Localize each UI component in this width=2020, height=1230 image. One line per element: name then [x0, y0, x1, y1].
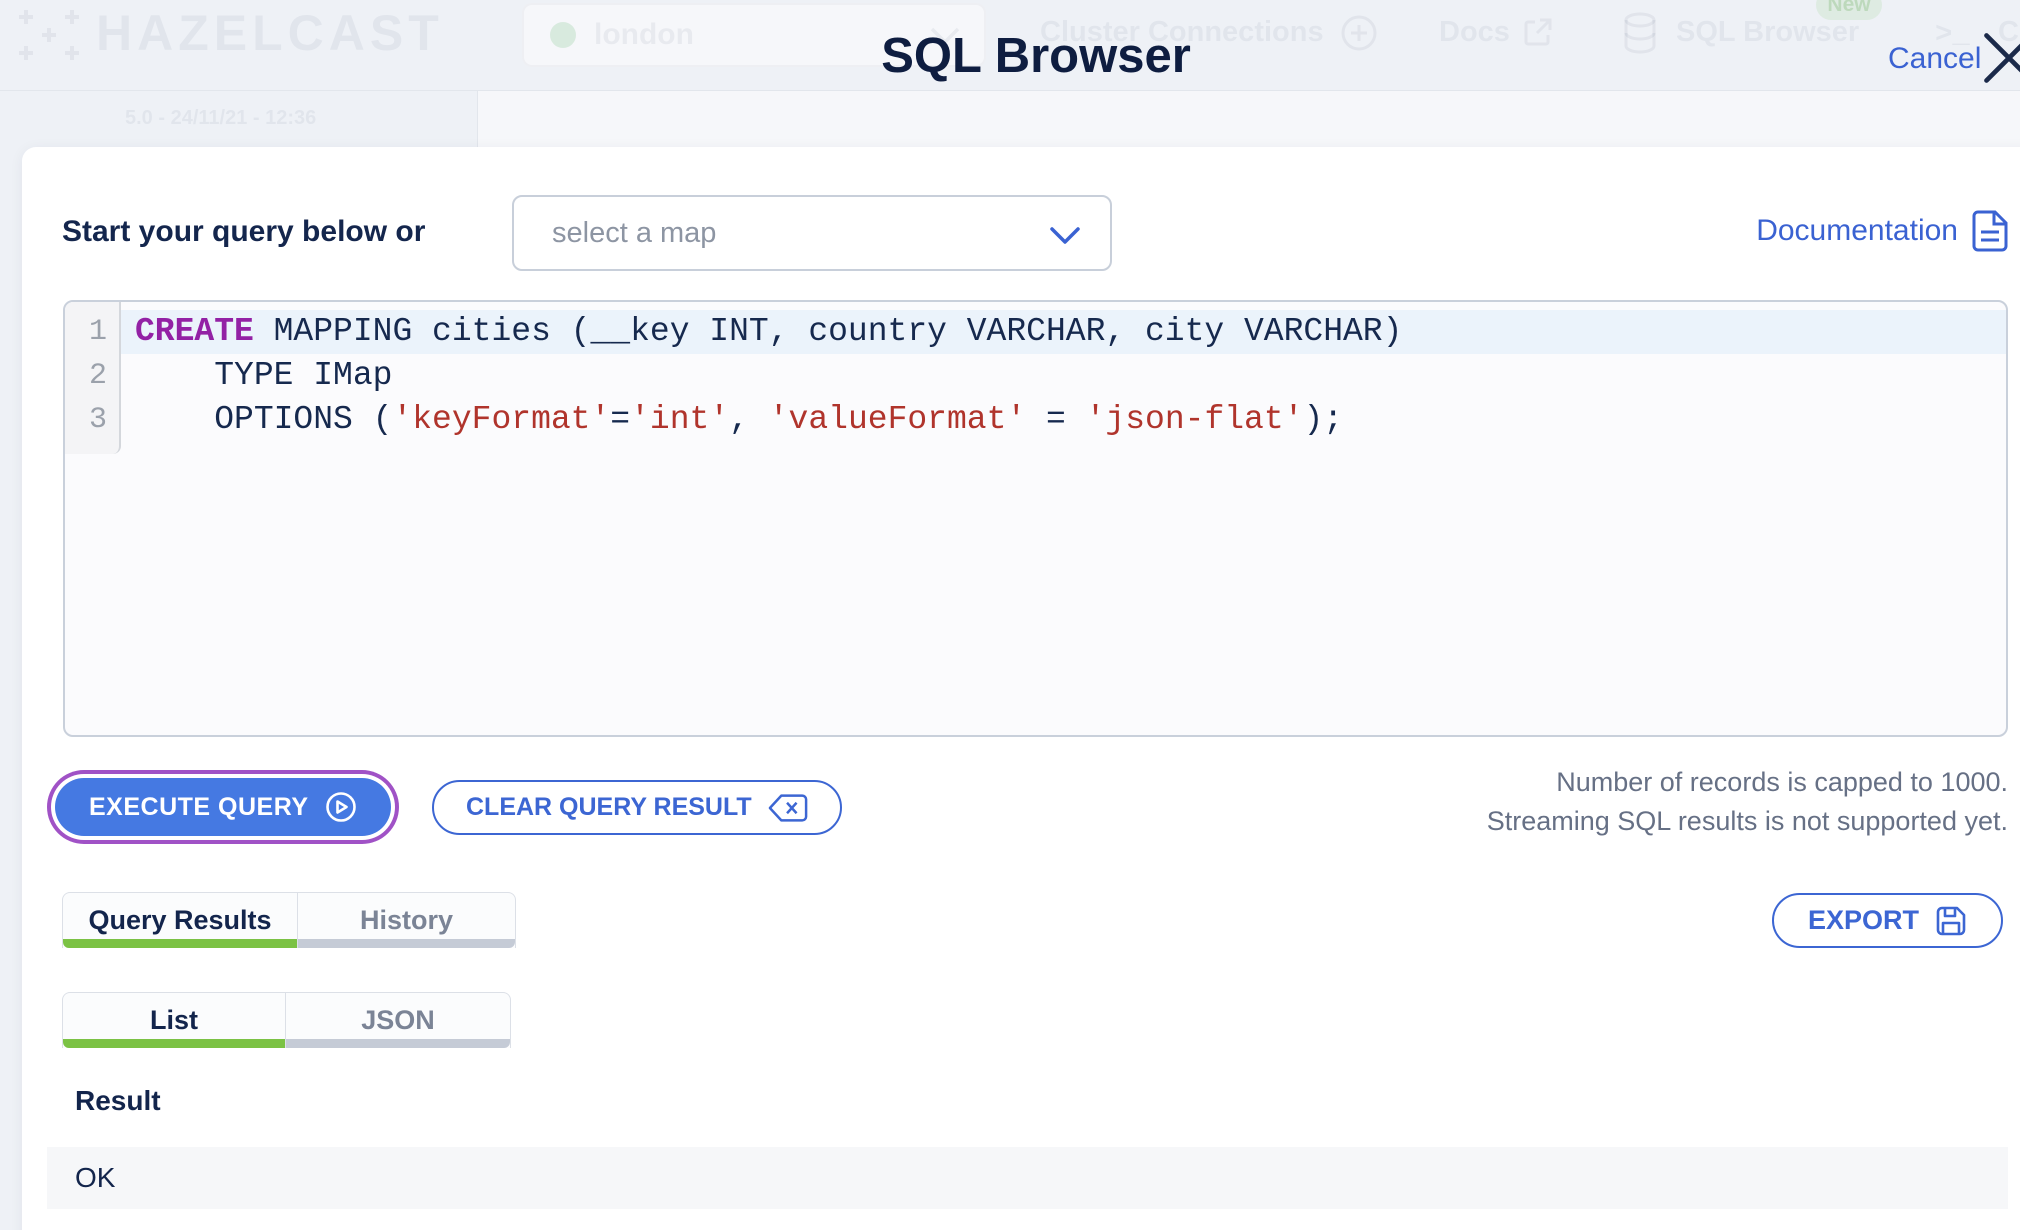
- clear-query-result-button[interactable]: CLEAR QUERY RESULT: [432, 780, 842, 835]
- line-number: 2: [88, 359, 107, 393]
- save-icon: [1935, 905, 1967, 937]
- code-line: CREATE MAPPING cities (__key INT, countr…: [121, 310, 2006, 354]
- tab-active-indicator: [63, 939, 297, 948]
- sql-browser-modal: Start your query below or select a map D…: [22, 147, 2020, 1230]
- chevron-down-icon: [1050, 227, 1080, 245]
- code-line: TYPE IMap: [121, 354, 2006, 398]
- tab-json[interactable]: JSON: [286, 992, 511, 1048]
- map-select-placeholder: select a map: [552, 216, 717, 249]
- sql-browser-page: HAZELCAST london Cluster Connections Doc…: [0, 0, 2020, 1230]
- sql-text: =: [1026, 401, 1086, 438]
- tab-inactive-indicator: [298, 939, 515, 948]
- result-column-header: Result: [75, 1085, 161, 1116]
- hazelcast-logo-icon: [18, 8, 80, 62]
- sql-string: 'json-flat': [1085, 401, 1304, 438]
- hazelcast-logo-text: HAZELCAST: [96, 5, 444, 61]
- sql-text: ,: [729, 401, 769, 438]
- nav-docs: Docs: [1439, 16, 1510, 48]
- sql-string: 'keyFormat': [392, 401, 611, 438]
- sql-editor-body: 1 2 3 CREATE MAPPING cities (__key INT, …: [65, 302, 2006, 454]
- map-select[interactable]: select a map: [512, 195, 1112, 271]
- line-number: 3: [88, 403, 107, 437]
- execute-query-label: EXECUTE QUERY: [89, 792, 309, 821]
- tab-label: History: [359, 905, 454, 935]
- close-icon[interactable]: [1982, 31, 2020, 85]
- table-row: OK: [47, 1147, 2008, 1209]
- sql-string: 'valueFormat': [768, 401, 1027, 438]
- editor-line-number-gutter: 1 2 3: [65, 302, 121, 454]
- view-tabs: List JSON: [62, 992, 511, 1048]
- clear-query-result-label: CLEAR QUERY RESULT: [466, 793, 752, 821]
- cancel-link[interactable]: Cancel: [1888, 42, 1981, 76]
- nav-sql-browser: SQL Browser: [1676, 16, 1860, 48]
- execute-query-button[interactable]: EXECUTE QUERY: [55, 778, 391, 836]
- document-icon: [1972, 210, 2008, 252]
- tab-active-indicator: [63, 1039, 285, 1048]
- documentation-label: Documentation: [1756, 214, 1958, 247]
- sql-text: OPTIONS (: [135, 401, 393, 438]
- results-tabs: Query Results History: [62, 892, 516, 948]
- play-circle-icon: [325, 791, 357, 823]
- note-line-1: Number of records is capped to 1000.: [1556, 767, 2008, 797]
- tab-label: Query Results: [88, 905, 272, 935]
- sql-string: 'int': [630, 401, 730, 438]
- backspace-icon: [768, 793, 808, 823]
- tab-query-results[interactable]: Query Results: [62, 892, 298, 948]
- sql-text: =: [610, 401, 631, 438]
- plus-circle-icon: [1340, 14, 1378, 52]
- version-text: 5.0 - 24/11/21 - 12:36: [125, 107, 317, 129]
- line-number: 1: [88, 315, 107, 349]
- tab-history[interactable]: History: [298, 892, 516, 948]
- tab-label: List: [149, 1005, 198, 1035]
- sql-keyword: CREATE: [135, 313, 254, 350]
- new-badge: New: [1816, 0, 1882, 20]
- sql-text: );: [1303, 401, 1344, 438]
- backdrop-divider-vertical: [477, 91, 478, 147]
- page-title: SQL Browser: [881, 29, 1191, 83]
- note-line-2: Streaming SQL results is not supported y…: [1486, 806, 2008, 836]
- result-cell: OK: [75, 1162, 116, 1193]
- tab-label: JSON: [361, 1005, 435, 1035]
- external-link-icon: [1522, 16, 1554, 48]
- sql-editor[interactable]: 1 2 3 CREATE MAPPING cities (__key INT, …: [63, 300, 2008, 737]
- code-line: OPTIONS ('keyFormat'='int', 'valueFormat…: [121, 398, 2006, 442]
- query-prompt-label: Start your query below or: [62, 215, 426, 248]
- cluster-status-dot: [550, 22, 576, 48]
- tab-list[interactable]: List: [62, 992, 286, 1048]
- database-icon: [1622, 12, 1658, 54]
- tab-inactive-indicator: [286, 1039, 510, 1048]
- sql-text: TYPE IMap: [135, 357, 393, 394]
- export-label: EXPORT: [1807, 905, 1919, 935]
- export-button[interactable]: EXPORT: [1771, 893, 2003, 948]
- backdrop-content-pane: [478, 91, 2020, 147]
- cluster-select-value: london: [594, 18, 694, 51]
- editor-code-column: CREATE MAPPING cities (__key INT, countr…: [121, 302, 2006, 442]
- query-limits-note: Number of records is capped to 1000. Str…: [1487, 763, 2008, 841]
- documentation-link[interactable]: Documentation: [1756, 203, 2008, 259]
- sql-text: MAPPING cities (__key INT, country VARCH…: [253, 313, 1403, 350]
